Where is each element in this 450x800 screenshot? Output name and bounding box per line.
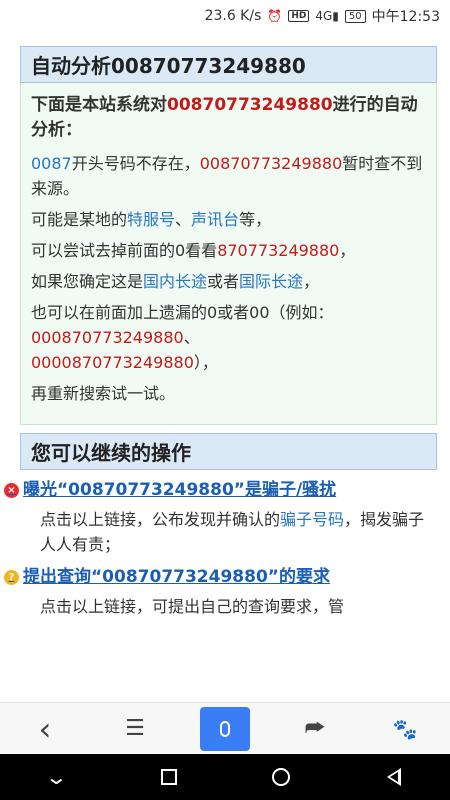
line5-number-1: 000870773249880 xyxy=(31,328,184,347)
line3-prefix: 可以尝试去掉前面的0看看 xyxy=(31,241,218,260)
browser-toolbar: ‹ ☰ ⮫ 🐾 xyxy=(0,702,450,754)
nav-home-button[interactable] xyxy=(261,757,301,797)
submit-query-link[interactable]: ? 提出查询“00870773249880”的要求 xyxy=(4,565,440,590)
line1-number: 00870773249880 xyxy=(199,154,343,173)
paw-icon: 🐾 xyxy=(392,716,418,741)
submit-query-link-text: 提出查询“00870773249880”的要求 xyxy=(23,567,330,587)
line1-text-a: 开头号码不存在， xyxy=(71,154,200,173)
line4-mid: 或者 xyxy=(207,272,240,291)
line3-suffix: ， xyxy=(339,241,356,260)
domestic-long-distance-link[interactable]: 国内长途 xyxy=(143,272,207,291)
analysis-line-1: 0087开头号码不存在，00870773249880暂时查不到来源。 xyxy=(31,151,426,201)
battery-icon: 50 xyxy=(344,9,366,23)
baidu-home-button[interactable]: 🐾 xyxy=(380,707,430,751)
square-icon xyxy=(160,769,177,785)
nav-recents-button[interactable] xyxy=(149,757,189,797)
report-scam-desc: 点击以上链接，公布发现并确认的骗子号码，揭发骗子人人有责； xyxy=(20,507,440,557)
chevron-left-icon: ‹ xyxy=(38,709,52,748)
menu-button[interactable]: ☰ xyxy=(110,707,160,751)
menu-icon: ☰ xyxy=(125,716,145,741)
operation-query: ? 提出查询“00870773249880”的要求 点击以上链接，可提出自己的查… xyxy=(4,565,440,619)
line4-suffix: ， xyxy=(303,272,320,291)
line2-suffix: 等， xyxy=(239,210,272,229)
circle-icon xyxy=(272,768,291,786)
chevron-down-icon: ⌄ xyxy=(44,765,68,789)
special-number-link[interactable]: 特服号 xyxy=(127,210,175,229)
report-scam-link[interactable]: × 曝光“00870773249880”是骗子/骚扰 xyxy=(4,478,440,503)
share-button[interactable]: ⮫ xyxy=(290,707,340,751)
line3-number: 870773249880 xyxy=(217,241,340,260)
line2-prefix: 可能是某地的 xyxy=(31,210,128,229)
status-bar: 23.6 K/s ⏰ HD 4G▮ 50 中午12:53 xyxy=(0,0,450,32)
close-icon: × xyxy=(4,483,19,498)
operation-report: × 曝光“00870773249880”是骗子/骚扰 点击以上链接，公布发现并确… xyxy=(4,478,440,557)
clock: 中午12:53 xyxy=(371,9,440,25)
nav-back-button[interactable] xyxy=(374,757,414,797)
line4-prefix: 如果您确定这是 xyxy=(31,272,144,291)
analysis-number: 00870773249880 xyxy=(167,95,333,115)
signal-icon: 4G▮ xyxy=(315,9,339,23)
line5-prefix: 也可以在前面加上遗漏的0或者00（例如： xyxy=(31,303,334,322)
hd-icon: HD xyxy=(288,10,310,22)
network-type: 4G xyxy=(315,9,333,23)
report-desc-prefix: 点击以上链接，公布发现并确认的 xyxy=(40,510,281,529)
line2-sep: 、 xyxy=(175,210,192,229)
microphone-icon xyxy=(220,720,230,737)
alarm-icon: ⏰ xyxy=(267,9,283,23)
page-title: 自动分析00870773249880 xyxy=(20,46,437,83)
report-scam-link-text: 曝光“00870773249880”是骗子/骚扰 xyxy=(23,480,337,500)
back-button[interactable]: ‹ xyxy=(20,707,70,751)
submit-query-desc: 点击以上链接，可提出自己的查询要求，管 xyxy=(20,594,440,619)
analysis-line-4: 如果您确定这是国内长途或者国际长途， xyxy=(31,269,426,294)
network-speed: 23.6 K/s xyxy=(204,8,262,24)
analysis-line-6: 再重新搜索试一试。 xyxy=(31,384,176,403)
query-desc-prefix: 点击以上链接，可提出自己的查询要求，管 xyxy=(40,597,345,616)
system-nav-bar: ⌄ xyxy=(0,754,450,800)
operations-title: 您可以继续的操作 xyxy=(20,433,437,470)
intro-prefix: 下面是本站系统对 xyxy=(31,95,167,115)
page-content: 自动分析00870773249880 下面是本站系统对0087077324988… xyxy=(0,32,450,702)
line5-number-2: 0000870773249880 xyxy=(31,353,194,372)
question-icon: ? xyxy=(4,570,19,585)
prefix-code-link[interactable]: 0087 xyxy=(31,154,72,173)
voice-search-button[interactable] xyxy=(200,706,250,751)
analysis-box: 下面是本站系统对00870773249880进行的自动分析： 0087开头号码不… xyxy=(20,83,437,425)
line5-sep: 、 xyxy=(183,328,200,347)
analysis-line-3: 可以尝试去掉前面的0看看870773249880， xyxy=(31,238,426,263)
triangle-back-icon xyxy=(386,768,401,786)
scam-number-link[interactable]: 骗子号码 xyxy=(280,510,344,529)
nav-collapse-button[interactable]: ⌄ xyxy=(36,757,76,797)
share-icon: ⮫ xyxy=(304,716,326,741)
line5-suffix: ）， xyxy=(193,353,218,372)
voice-service-link[interactable]: 声讯台 xyxy=(191,210,239,229)
analysis-intro: 下面是本站系统对00870773249880进行的自动分析： xyxy=(31,93,426,143)
analysis-line-5: 也可以在前面加上遗漏的0或者00（例如： 000870773249880、 0000… xyxy=(31,300,426,375)
analysis-line-2: 可能是某地的特服号、声讯台等， xyxy=(31,207,426,232)
international-long-distance-link[interactable]: 国际长途 xyxy=(239,272,303,291)
